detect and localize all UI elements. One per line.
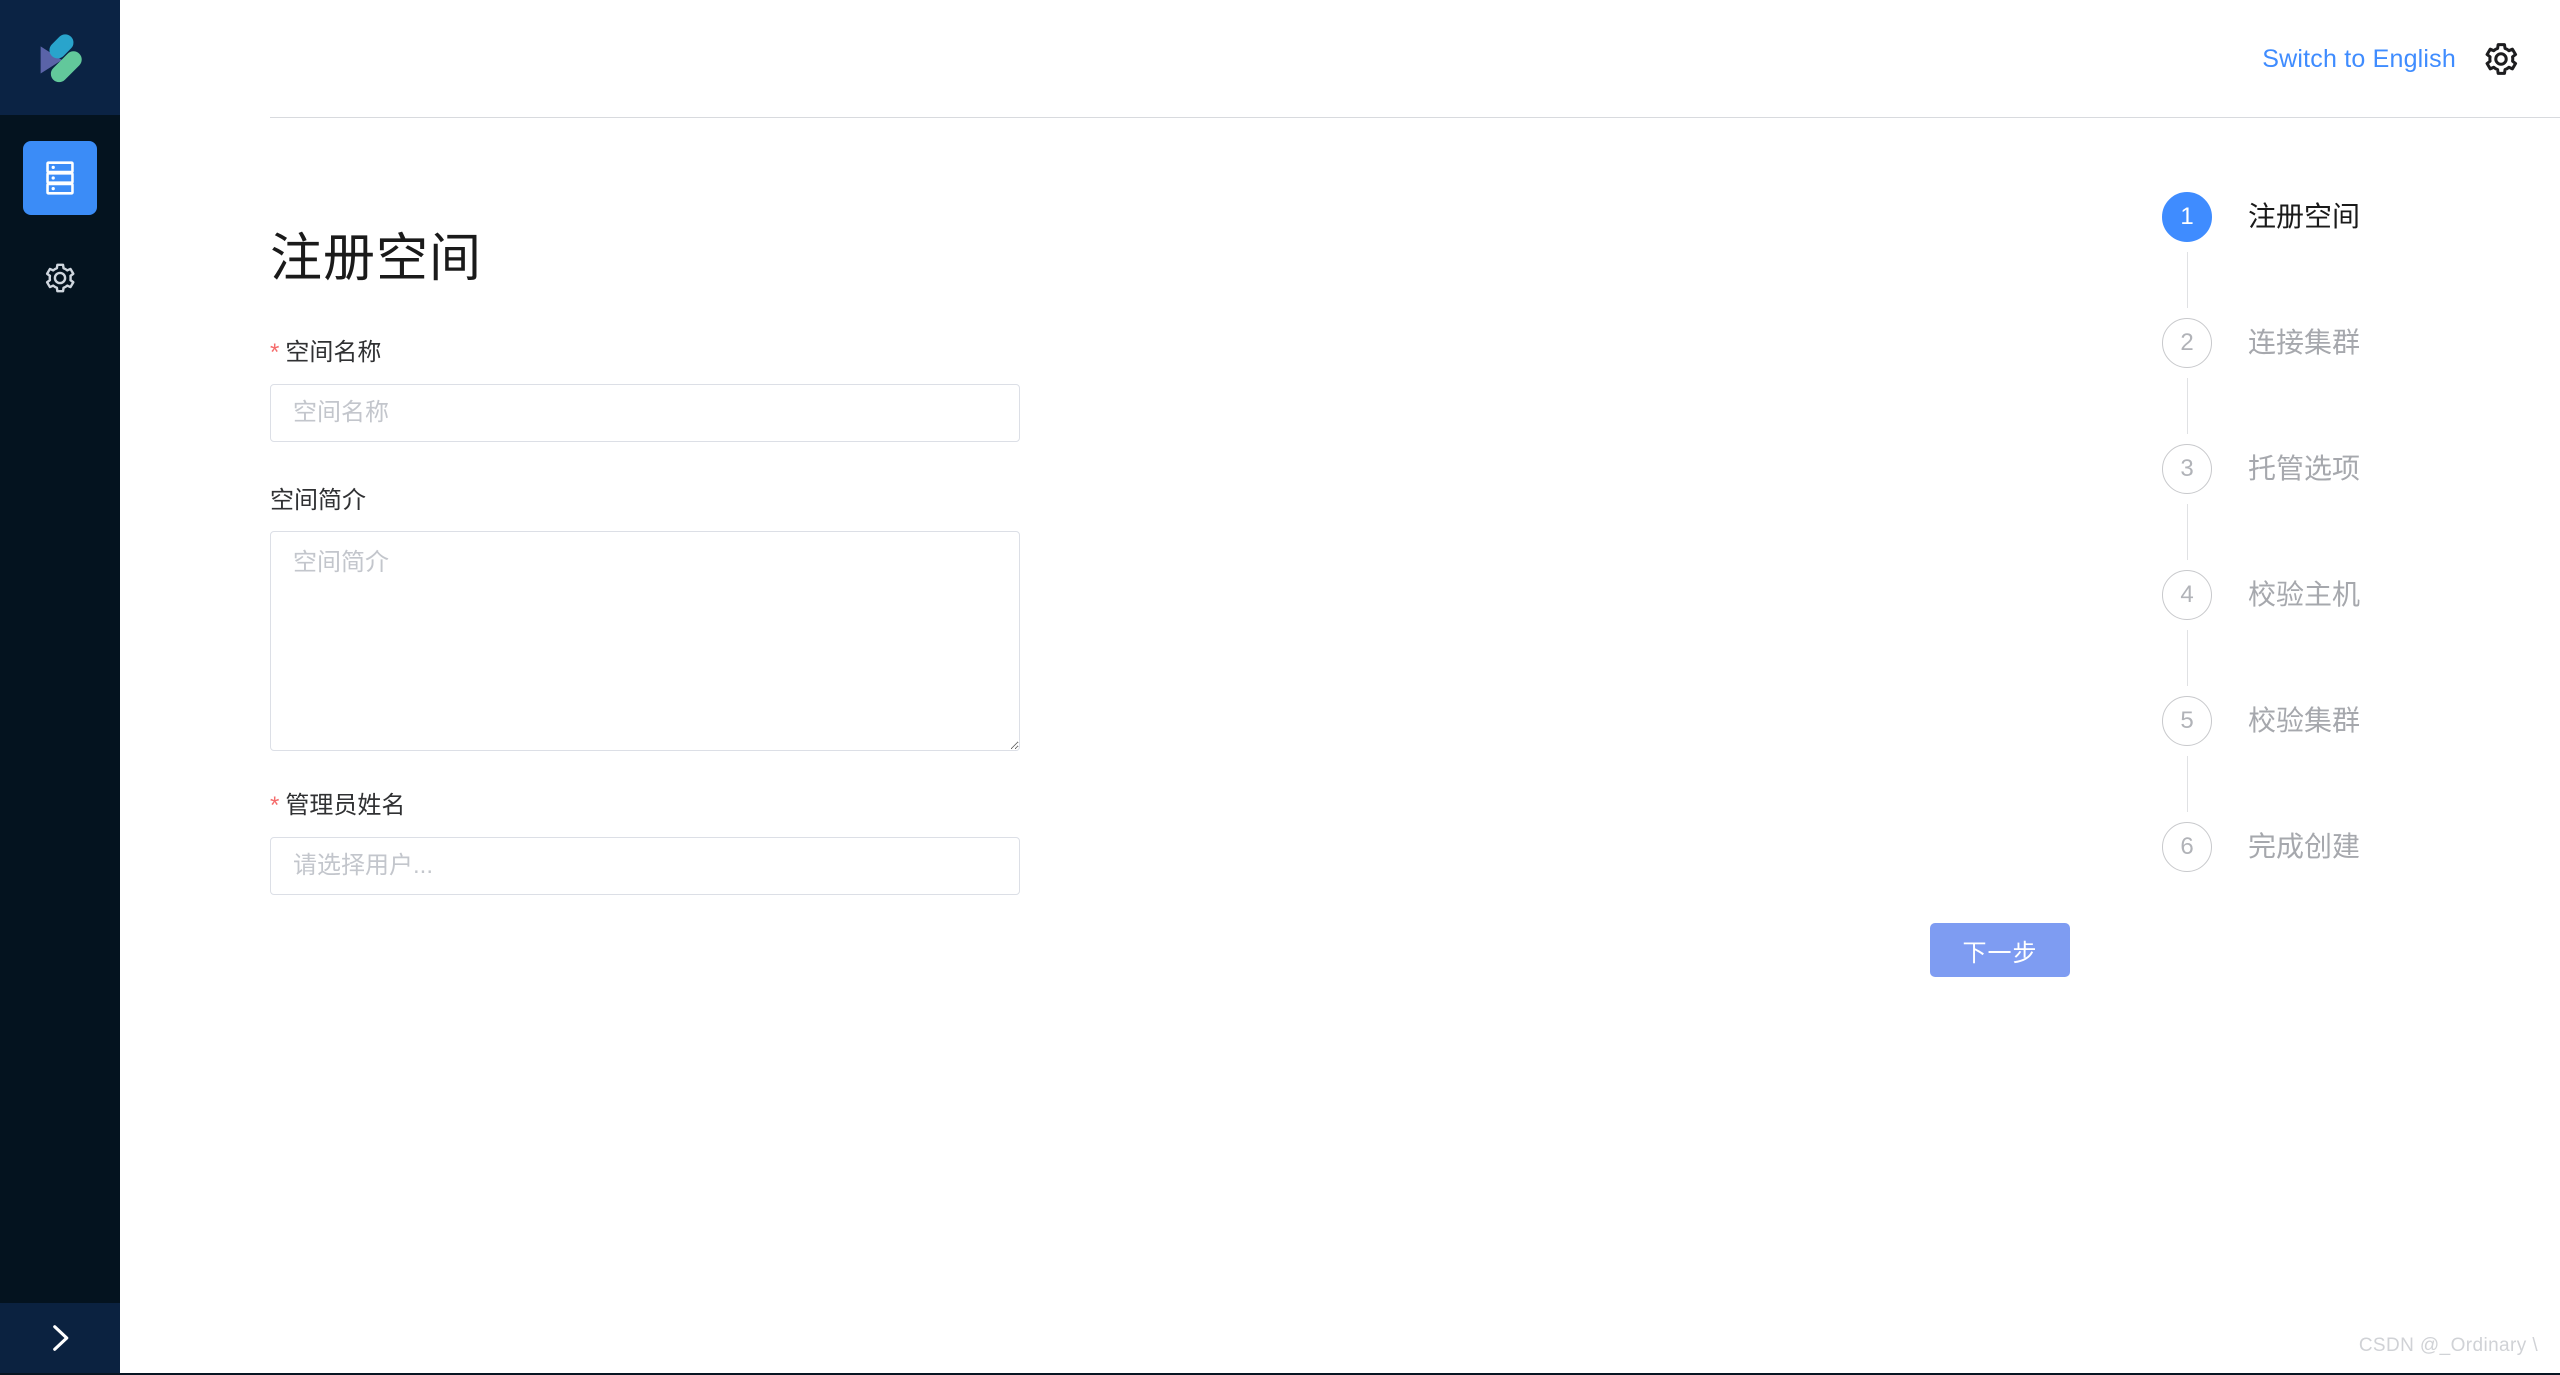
wizard-stepper: 1 注册空间 2 连接集群 3 托管选项 4 校验主机 5 校验集群 6 完成创…	[2162, 192, 2492, 872]
field-space-description: 空间简介	[270, 484, 1020, 752]
brand-logo-icon	[40, 33, 82, 82]
step-5-number: 5	[2162, 696, 2212, 746]
space-description-label: 空间简介	[270, 486, 366, 514]
step-2-number: 2	[2162, 318, 2212, 368]
chevron-right-icon	[53, 1325, 69, 1351]
stepper-step-1[interactable]: 1 注册空间	[2162, 192, 2492, 318]
stepper-step-6[interactable]: 6 完成创建	[2162, 822, 2492, 872]
admin-name-select-input[interactable]	[270, 836, 1020, 895]
required-marker: *	[270, 792, 280, 820]
field-admin-name: * 管理员姓名	[270, 789, 1020, 895]
sidebar-item-settings[interactable]	[23, 241, 97, 315]
switch-language-link[interactable]: Switch to English	[2262, 45, 2456, 74]
step-connector	[2187, 630, 2188, 686]
sidebar-item-spaces[interactable]	[23, 141, 97, 215]
stepper-step-3[interactable]: 3 托管选项	[2162, 444, 2492, 570]
admin-name-label: * 管理员姓名	[270, 789, 1020, 823]
required-marker: *	[270, 339, 280, 366]
step-connector	[2187, 504, 2188, 560]
step-2-label: 连接集群	[2248, 327, 2361, 358]
step-connector	[2187, 252, 2188, 308]
step-4-number: 4	[2162, 570, 2212, 620]
space-description-textarea[interactable]	[270, 531, 1020, 752]
left-sidebar	[0, 0, 120, 1373]
step-1-number: 1	[2162, 192, 2212, 242]
space-name-label: * 空间名称	[270, 336, 1020, 370]
step-1-label: 注册空间	[2248, 201, 2361, 232]
step-connector	[2187, 378, 2188, 434]
step-connector	[2187, 756, 2188, 812]
brand-logo[interactable]	[0, 0, 120, 115]
gear-icon	[45, 263, 75, 293]
step-4-label: 校验主机	[2248, 579, 2361, 610]
step-6-number: 6	[2162, 822, 2212, 872]
top-header-bar: Switch to English	[120, 0, 2560, 118]
register-space-form: *空间名称 空间简介 *管理员姓名	[270, 336, 1020, 895]
space-name-input[interactable]	[270, 383, 1020, 442]
stepper-step-5[interactable]: 5 校验集群	[2162, 696, 2492, 822]
header-gear-icon[interactable]	[2482, 40, 2520, 78]
step-6-label: 完成创建	[2248, 831, 2361, 862]
field-space-name: * 空间名称	[270, 336, 1020, 442]
stepper-step-4[interactable]: 4 校验主机	[2162, 570, 2492, 696]
sidebar-expand-button[interactable]	[0, 1303, 120, 1373]
space-name-label-text: 空间名称	[285, 339, 382, 366]
step-3-number: 3	[2162, 444, 2212, 494]
admin-name-label-text: 管理员姓名	[285, 792, 406, 820]
step-5-label: 校验集群	[2248, 705, 2361, 736]
server-rack-icon	[46, 161, 74, 195]
step-3-label: 托管选项	[2248, 453, 2361, 484]
stepper-step-2[interactable]: 2 连接集群	[2162, 318, 2492, 444]
page-title: 注册空间	[270, 230, 483, 288]
main-content: 注册空间 *空间名称 空间简介 *管理员姓名 下一步 1 注册	[120, 118, 2560, 1375]
watermark: CSDN @_Ordinary \	[2358, 1335, 2538, 1356]
next-step-button[interactable]: 下一步	[1930, 923, 2070, 977]
